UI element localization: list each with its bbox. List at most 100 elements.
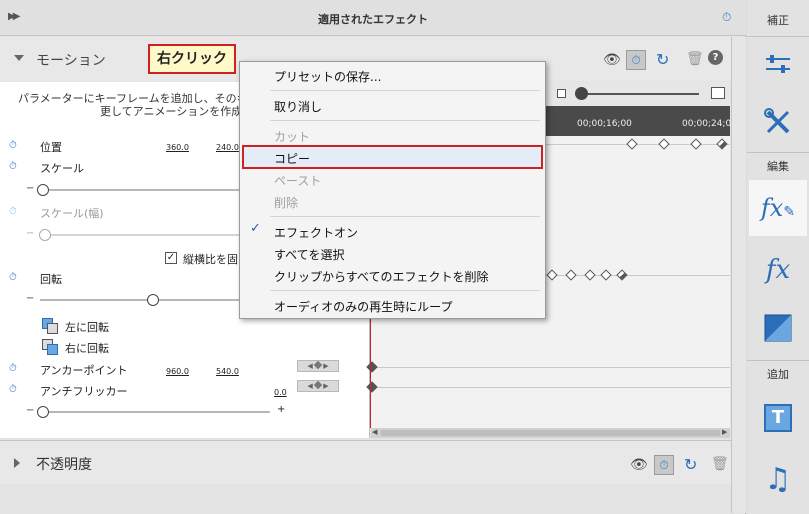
panel-vertical-scrollbar[interactable] — [731, 37, 746, 513]
antiflicker-slider-track[interactable] — [40, 411, 270, 413]
antiflicker-plus: + — [277, 404, 286, 415]
menu-item-cut: カット — [274, 130, 311, 144]
menu-item-remove-all-effects[interactable]: クリップからすべてのエフェクトを削除 — [274, 268, 488, 285]
position-y-value[interactable]: 240.0 — [216, 143, 239, 152]
anchor-y-value[interactable]: 540.0 — [216, 367, 239, 376]
zoom-in-icon[interactable] — [711, 87, 725, 99]
ruler-tick-1: 00;00;16;00 — [577, 119, 632, 129]
antiflicker-value[interactable]: 0.0 — [274, 388, 287, 397]
scale-width-stopwatch-icon: ⏱ — [9, 206, 17, 217]
menu-item-effect-on[interactable]: エフェクトオン — [274, 224, 358, 241]
menu-separator — [270, 290, 540, 291]
music-note-icon[interactable]: ♫ — [755, 456, 801, 500]
timeline-horizontal-scrollbar[interactable]: ◀ ▶ — [371, 428, 730, 438]
expand-triangle-icon[interactable] — [14, 55, 24, 61]
stopwatch-toggle-icon[interactable]: ⏱ — [626, 50, 646, 70]
scale-width-slider-knob — [39, 229, 51, 241]
rotate-left-label[interactable]: 左に回転 — [65, 319, 109, 335]
antiflicker-stopwatch-icon[interactable]: ⏱ — [9, 384, 17, 395]
timeline-zoom-bar — [545, 82, 730, 106]
divider — [747, 152, 809, 153]
stopwatch-icon[interactable]: ⏱ — [722, 10, 731, 25]
scale-slider-knob[interactable] — [37, 184, 49, 196]
anchor-stopwatch-icon[interactable]: ⏱ — [9, 363, 17, 374]
panel-titlebar: ▶▶ 適用されたエフェクト ⏱ — [0, 0, 746, 36]
zoom-out-icon[interactable] — [557, 89, 566, 98]
wrench-screwdriver-icon[interactable] — [755, 100, 801, 144]
scale-width-label: スケール(幅) — [40, 207, 104, 220]
menu-item-select-all[interactable]: すべてを選択 — [274, 246, 344, 263]
divider — [747, 360, 809, 361]
antiflicker-minus: − — [26, 405, 35, 416]
motion-description: パラメーターにキーフレームを追加し、そのキーフ 更してアニメーションを作成しま — [0, 92, 270, 118]
opacity-label: 不透明度 — [36, 457, 92, 473]
position-x-value[interactable]: 360.0 — [166, 143, 189, 152]
rotation-slider-track[interactable] — [40, 299, 240, 301]
anchor-track — [371, 367, 730, 368]
position-label: 位置 — [40, 141, 62, 154]
opacity-header[interactable]: 不透明度 👁 ⏱ ↻ 🗑 — [0, 440, 746, 484]
anchor-keyframe-nav[interactable]: ◀ ▶ — [297, 360, 339, 372]
scale-width-slider-track — [40, 234, 240, 236]
menu-item-loop-audio[interactable]: オーディオのみの再生時にループ — [274, 298, 452, 315]
menu-item-save-preset[interactable]: プリセットの保存... — [274, 68, 381, 85]
antiflicker-slider-knob[interactable] — [37, 406, 49, 418]
anchor-label: アンカーポイント — [40, 364, 128, 377]
menu-separator — [270, 120, 540, 121]
rotation-label: 回転 — [40, 273, 62, 286]
scale-width-minus: − — [26, 228, 35, 239]
expand-triangle-icon[interactable] — [14, 458, 20, 468]
playhead[interactable] — [370, 300, 371, 428]
sliders-icon[interactable] — [755, 42, 801, 86]
scroll-right-icon[interactable]: ▶ — [722, 428, 727, 436]
antiflicker-track — [371, 387, 730, 388]
rotate-right-label[interactable]: 右に回転 — [65, 340, 109, 356]
antiflicker-keyframe-nav[interactable]: ◀ ▶ — [297, 380, 339, 392]
scale-stopwatch-icon[interactable]: ⏱ — [9, 161, 17, 172]
zoom-slider-track[interactable] — [575, 93, 699, 95]
zoom-slider-knob[interactable] — [575, 87, 588, 100]
ruler-tick-2: 00;00;24;0 — [682, 119, 732, 129]
title-text-icon[interactable]: T — [755, 396, 801, 440]
motion-label: モーション — [36, 53, 106, 69]
help-icon[interactable]: ? — [708, 50, 723, 65]
context-menu: プリセットの保存... 取り消し カット コピー ペースト 削除 ✓ エフェクト… — [239, 61, 546, 319]
trash-icon[interactable]: 🗑 — [711, 456, 729, 472]
fx-icon[interactable]: fx — [755, 248, 801, 292]
scale-slider-track[interactable] — [40, 189, 240, 191]
rotate-right-icon[interactable] — [42, 339, 58, 355]
description-line-1: パラメーターにキーフレームを追加し、そのキーフ — [18, 92, 270, 105]
rotation-minus: − — [26, 293, 35, 304]
right-click-callout: 右クリック — [148, 44, 236, 74]
reset-icon[interactable]: ↻ — [656, 50, 669, 69]
uniform-scale-label: 縦横比を固 — [183, 253, 238, 266]
eye-icon[interactable]: 👁 — [603, 52, 621, 68]
rotate-left-icon[interactable] — [42, 318, 58, 334]
section-adjust: 補正 — [767, 14, 789, 27]
reset-icon[interactable]: ↻ — [684, 455, 697, 474]
menu-item-undo[interactable]: 取り消し — [274, 98, 322, 115]
checkmark-icon: ✓ — [250, 221, 261, 236]
scroll-left-icon[interactable]: ◀ — [372, 428, 377, 436]
right-toolbar: 補正 編集 fx✎ fx 追加 T ♫ — [747, 0, 809, 514]
position-stopwatch-icon[interactable]: ⏱ — [9, 140, 17, 151]
section-edit: 編集 — [767, 160, 789, 173]
uniform-scale-checkbox[interactable]: ✓ — [165, 252, 177, 264]
fx-edit-icon[interactable]: fx✎ — [749, 180, 807, 236]
transition-icon[interactable] — [755, 306, 801, 350]
menu-separator — [270, 216, 540, 217]
rotation-slider-knob[interactable] — [147, 294, 159, 306]
divider — [747, 36, 809, 37]
trash-icon[interactable]: 🗑 — [686, 51, 704, 67]
scrollbar-thumb[interactable] — [381, 430, 720, 436]
rotation-stopwatch-icon[interactable]: ⏱ — [9, 272, 17, 283]
menu-item-copy[interactable]: コピー — [274, 150, 310, 167]
scale-minus: − — [26, 183, 35, 194]
timeline-ruler[interactable]: 00;00;16;00 00;00;24;0 — [545, 106, 732, 136]
stopwatch-toggle-icon[interactable]: ⏱ — [654, 455, 674, 475]
scale-label: スケール — [40, 162, 84, 175]
menu-item-paste: ペースト — [274, 174, 322, 188]
panel-title: 適用されたエフェクト — [318, 13, 428, 26]
anchor-x-value[interactable]: 960.0 — [166, 367, 189, 376]
eye-icon[interactable]: 👁 — [630, 457, 648, 473]
